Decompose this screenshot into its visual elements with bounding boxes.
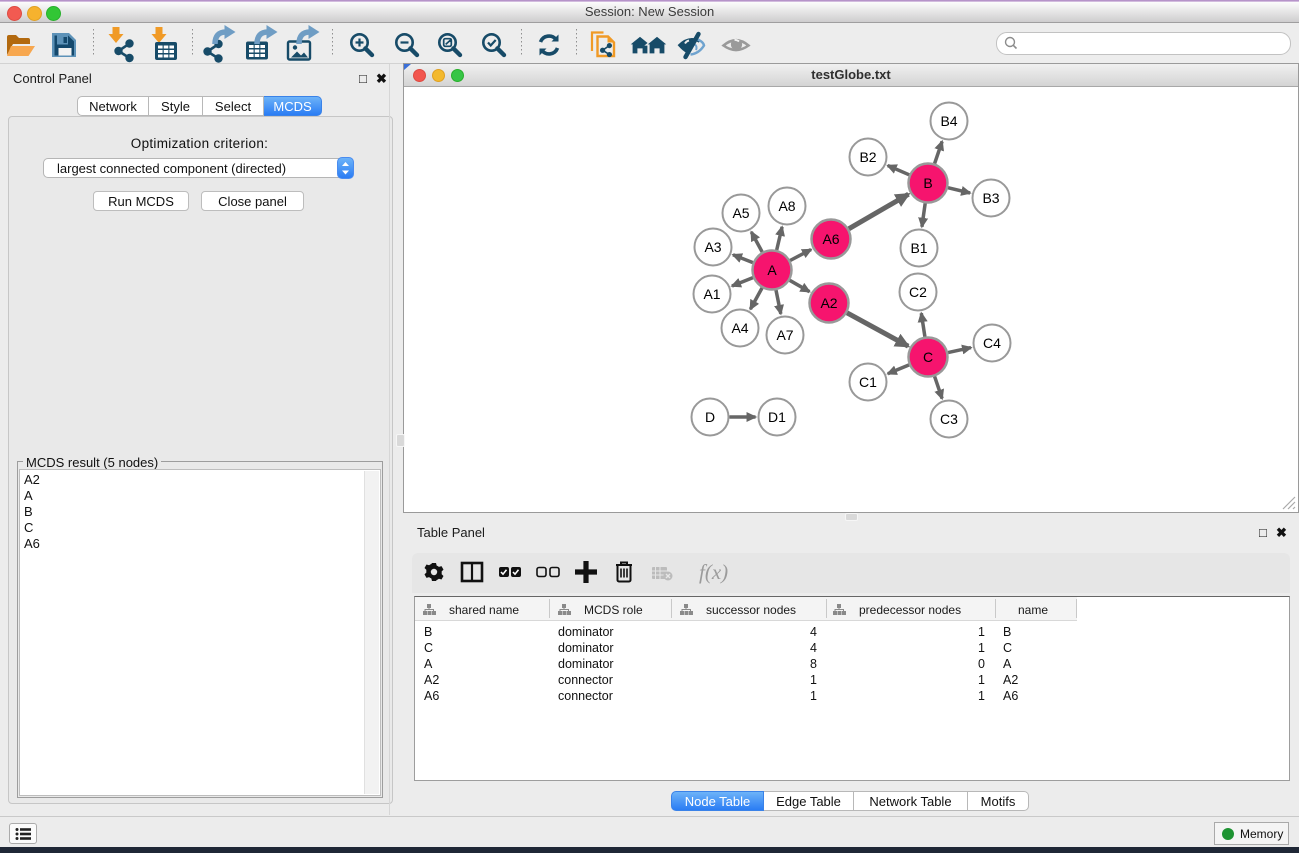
- svg-text:D: D: [705, 409, 715, 425]
- svg-text:A2: A2: [820, 295, 837, 311]
- svg-text:A1: A1: [703, 286, 720, 302]
- svg-text:B4: B4: [940, 113, 957, 129]
- svg-text:B1: B1: [910, 240, 927, 256]
- svg-text:A3: A3: [704, 239, 721, 255]
- svg-text:B3: B3: [982, 190, 999, 206]
- svg-text:B2: B2: [859, 149, 876, 165]
- svg-text:A5: A5: [732, 205, 749, 221]
- svg-text:A6: A6: [822, 231, 839, 247]
- svg-text:C1: C1: [859, 374, 877, 390]
- svg-text:A: A: [767, 262, 777, 278]
- svg-text:A7: A7: [776, 327, 793, 343]
- svg-text:f(x): f(x): [699, 560, 728, 584]
- svg-text:C2: C2: [909, 284, 927, 300]
- svg-text:C: C: [923, 349, 933, 365]
- svg-text:A4: A4: [731, 320, 748, 336]
- svg-text:C4: C4: [983, 335, 1001, 351]
- svg-text:B: B: [923, 175, 932, 191]
- svg-text:D1: D1: [768, 409, 786, 425]
- svg-text:A8: A8: [778, 198, 795, 214]
- svg-text:C3: C3: [940, 411, 958, 427]
